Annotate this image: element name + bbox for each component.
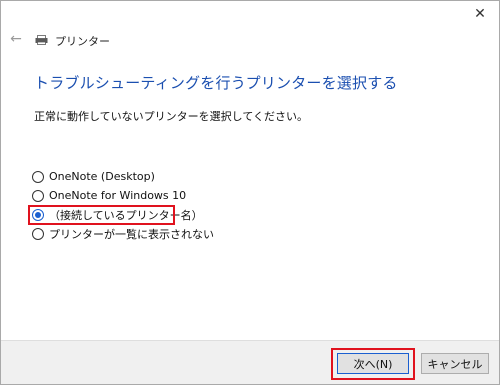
printer-option-label: OneNote (Desktop) [49,170,155,183]
instruction-text: 正常に動作していないプリンターを選択してください。 [34,110,309,123]
next-button[interactable]: 次へ(N) [337,353,409,374]
radio-button[interactable] [32,170,44,183]
window-title: プリンター [55,35,110,48]
dialog-footer: 次へ(N) キャンセル [1,340,499,384]
printer-option-not-listed[interactable]: プリンターが一覧に表示されない [32,224,214,243]
page-heading: トラブルシューティングを行うプリンターを選択する [34,74,398,92]
printer-option-onenote-win10[interactable]: OneNote for Windows 10 [32,186,214,205]
cancel-button[interactable]: キャンセル [421,353,489,374]
printer-icon [35,35,48,45]
printer-option-label: プリンターが一覧に表示されない [49,227,214,241]
radio-button[interactable] [32,189,44,202]
close-icon[interactable]: ✕ [469,3,491,25]
printer-option-onenote-desktop[interactable]: OneNote (Desktop) [32,167,214,186]
selection-highlight-box [28,205,175,225]
back-arrow-icon[interactable]: ← [8,31,24,47]
printer-option-label: OneNote for Windows 10 [49,189,187,202]
dialog-window: ✕ ← プリンター トラブルシューティングを行うプリンターを選択する 正常に動作… [0,0,500,385]
radio-button[interactable] [32,227,44,240]
